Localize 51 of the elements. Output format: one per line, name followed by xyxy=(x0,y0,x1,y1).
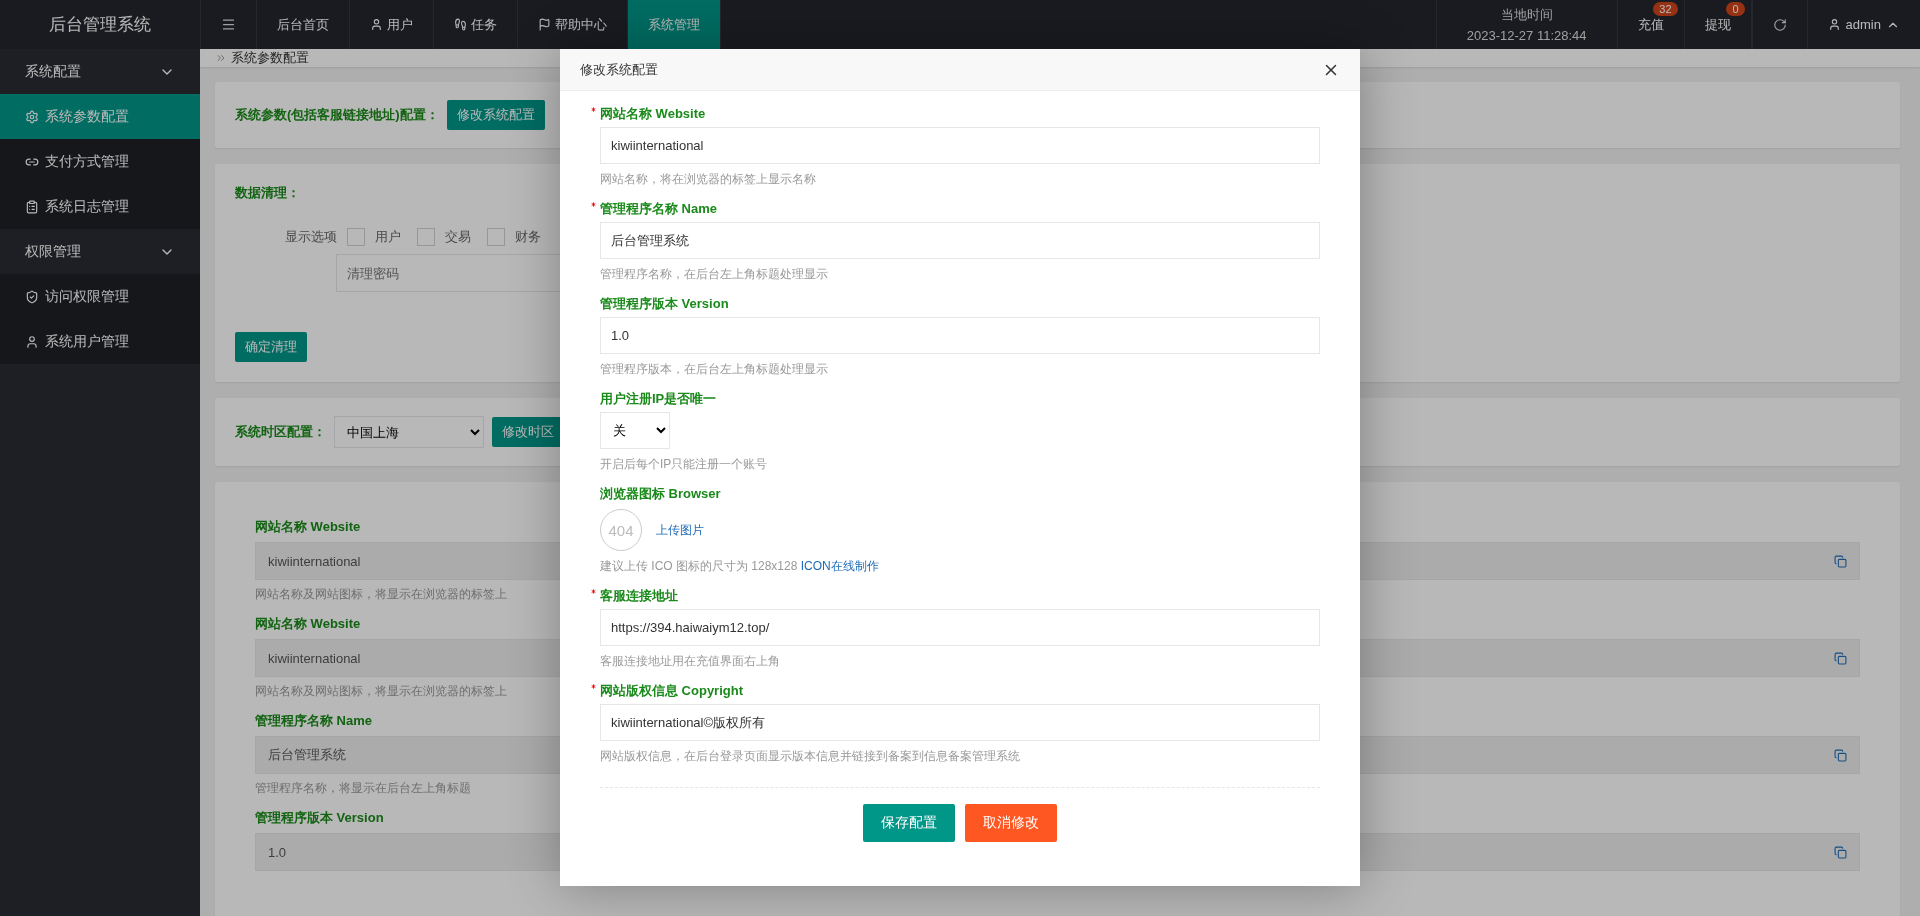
dialog-title: 修改系统配置 xyxy=(580,60,658,79)
item-label: 系统日志管理 xyxy=(45,197,129,216)
app-logo: 后台管理系统 xyxy=(48,14,152,36)
setting-label: 网站名称 Website xyxy=(255,518,361,536)
field-help: 客服连接地址用在充值界面右上角 xyxy=(600,653,781,670)
setting-value: kiwiinternational xyxy=(268,650,361,666)
nav-label: 后台首页 xyxy=(277,15,329,34)
field-label: 客服连接地址 xyxy=(600,587,678,605)
nav-label: 系统管理 xyxy=(648,15,700,34)
item-label: 系统用户管理 xyxy=(45,332,129,351)
group-title: 权限管理 xyxy=(25,242,81,261)
count-badge: 32 xyxy=(1653,2,1678,16)
field-help: 开启后每个IP只能注册一个账号 xyxy=(600,456,769,473)
setting-value: kiwiinternational xyxy=(268,553,361,569)
timezone-label: 系统时区配置： xyxy=(235,423,326,441)
nav-label: 帮助中心 xyxy=(555,15,607,34)
options-label: 显示选项 xyxy=(285,228,337,246)
item-label: 系统参数配置 xyxy=(45,107,129,126)
item-label: 支付方式管理 xyxy=(45,152,129,171)
action-label: 充值 xyxy=(1637,15,1664,34)
count-badge: 0 xyxy=(1726,2,1745,16)
action-label: 提现 xyxy=(1704,15,1731,34)
setting-label: 管理程序名称 Name xyxy=(255,712,373,730)
field-help: 管理程序名称，在后台左上角标题处理显示 xyxy=(600,266,829,283)
field-label: 浏览器图标 Browser xyxy=(600,485,721,503)
setting-value: 后台管理系统 xyxy=(268,746,346,764)
params-label: 系统参数(包括客服链接地址)配置： xyxy=(235,106,439,124)
setting-label: 管理程序版本 Version xyxy=(255,809,384,827)
setting-label: 网站名称 Website xyxy=(255,615,361,633)
clock-value: 2023-12-27 11:28:44 xyxy=(1466,28,1587,43)
nav-label: 用户 xyxy=(387,15,413,34)
field-help: 网站版权信息，在后台登录页面显示版本信息并链接到备案到信息备案管理系统 xyxy=(600,748,1021,765)
setting-value: 1.0 xyxy=(268,844,287,860)
option-label: 用户 xyxy=(375,228,401,246)
nav-label: 任务 xyxy=(471,15,497,34)
field-label: 网站版权信息 Copyright xyxy=(600,682,743,700)
option-label: 财务 xyxy=(515,228,541,246)
option-label: 交易 xyxy=(445,228,471,246)
field-help: 网站名称，将在浏览器的标签上显示名称 xyxy=(600,171,817,188)
field-label: 管理程序版本 Version xyxy=(600,295,729,313)
field-help: 建议上传 ICO 图标的尺寸为 128x128 ICON在线制作 xyxy=(600,558,880,575)
clean-title: 数据清理： xyxy=(235,185,300,200)
field-label: 网站名称 Website xyxy=(600,105,706,123)
field-label: 管理程序名称 Name xyxy=(600,200,718,218)
group-title: 系统配置 xyxy=(25,62,81,81)
clock-label: 当地时间 xyxy=(1500,6,1553,24)
field-help: 管理程序版本，在后台左上角标题处理显示 xyxy=(600,361,829,378)
item-label: 访问权限管理 xyxy=(45,287,129,306)
field-label: 用户注册IP是否唯一 xyxy=(600,390,717,408)
breadcrumb: 系统参数配置 xyxy=(231,49,309,67)
user-name: admin xyxy=(1845,17,1881,32)
